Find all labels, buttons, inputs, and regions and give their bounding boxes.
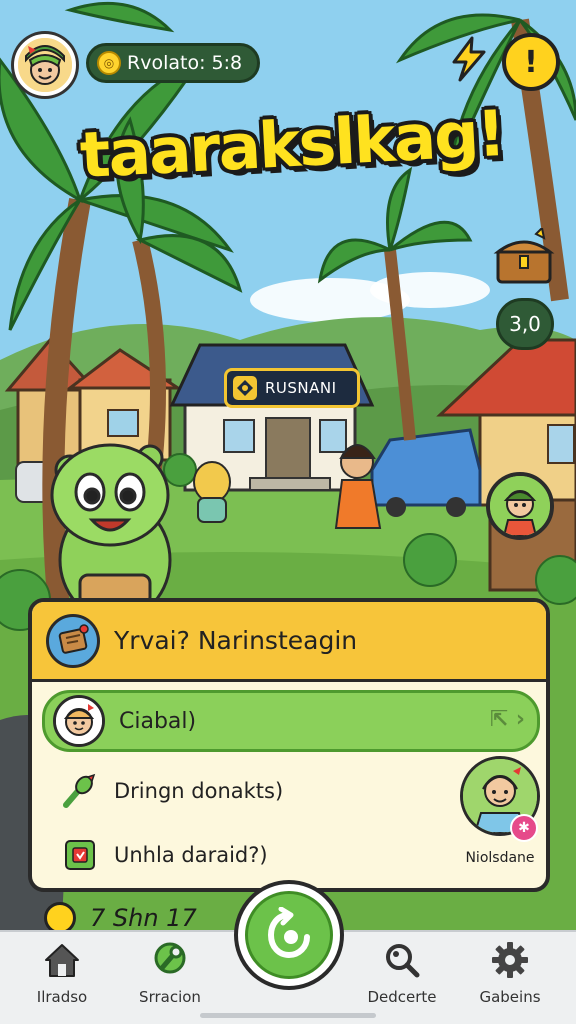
search-icon [380, 938, 424, 982]
building-sign-label: RUSNANI [265, 379, 337, 397]
quest-panel-title: Yrvai? Narinsteagin [114, 626, 358, 655]
nav-label: Srracion [139, 988, 201, 1006]
building-sign[interactable]: RUSNANI [224, 368, 360, 408]
scroll-icon [46, 613, 100, 668]
quest-panel-header: Yrvai? Narinsteagin [32, 602, 546, 682]
nav-item-search[interactable]: Dedcerte [352, 938, 452, 1006]
task-label: Unhla daraid?) [114, 843, 268, 867]
task-label: Ciabal) [119, 708, 197, 734]
center-action-button[interactable] [234, 880, 344, 990]
brush-icon [60, 771, 100, 811]
npc-portrait-bubble[interactable] [486, 472, 554, 540]
counter-badge[interactable]: 3,0 [496, 298, 554, 350]
refresh-icon [267, 907, 310, 959]
npc-face-icon [490, 476, 550, 536]
lightning-icon[interactable] [446, 36, 492, 82]
status-text: Rvolato: 5:8 [127, 52, 243, 74]
task-label: Dringn donakts) [114, 779, 284, 803]
player-avatar[interactable] [14, 34, 76, 96]
nav-label: Ilradso [36, 988, 88, 1006]
nav-item-home[interactable]: Ilradso [12, 938, 112, 1006]
boy-avatar-icon [53, 695, 105, 747]
map-pin-icon [233, 376, 257, 400]
chevron-right-icon: ⇱ › [489, 707, 525, 732]
nav-item-settings[interactable]: Gabeins [460, 938, 560, 1006]
task-item-active[interactable]: Ciabal) ⇱ › [42, 690, 540, 752]
nav-label: Dedcerte [367, 988, 437, 1006]
gear-icon [488, 938, 532, 982]
nav-item-tools[interactable]: Srracion [120, 938, 220, 1006]
chest-icon[interactable] [492, 225, 556, 288]
alert-icon[interactable]: ! [502, 33, 560, 91]
side-npc-name: Niolsdane [465, 850, 535, 866]
status-pill[interactable]: ◎ Rvolato: 5:8 [86, 43, 260, 83]
center-action-inner [245, 891, 333, 979]
wrench-icon [148, 938, 192, 982]
nav-label: Gabeins [479, 988, 541, 1006]
home-icon [40, 938, 84, 982]
clipboard-icon [60, 835, 100, 875]
peek-text: 7 Shn 17 [90, 904, 197, 932]
player-face-icon [18, 38, 72, 92]
quest-panel: Yrvai? Narinsteagin Ciabal) ⇱ › Dringn d… [28, 598, 550, 892]
coin-icon: ◎ [97, 51, 121, 75]
settings-badge-icon: ✱ [510, 814, 538, 842]
home-indicator [200, 1013, 376, 1018]
